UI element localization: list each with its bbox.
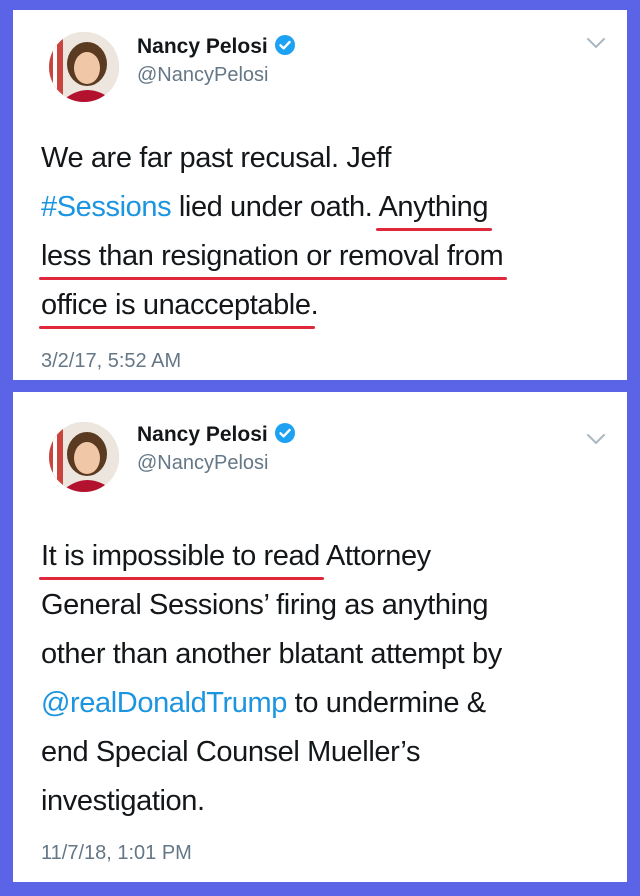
tweet-line: investigation. — [41, 785, 205, 817]
tweet-line: less than resignation or removal from — [41, 232, 587, 281]
tweet-line: @realDonaldTrump to undermine & — [41, 687, 486, 719]
tweet-line: General Sessions’ firing as anything — [41, 589, 489, 621]
tweet-text: We are far past recusal. Jeff #Sessions … — [41, 134, 587, 330]
chevron-down-icon[interactable] — [585, 428, 607, 450]
tweet-line: other than another blatant attempt by — [41, 638, 502, 670]
tweet-line: office is unacceptable. — [41, 289, 319, 321]
display-name[interactable]: Nancy Pelosi — [137, 422, 296, 450]
underlined-text: less than resignation or removal from — [41, 240, 504, 272]
chevron-down-icon[interactable] — [585, 32, 607, 54]
verified-badge-icon — [274, 34, 296, 62]
timestamp[interactable]: 3/2/17, 5:52 AM — [41, 350, 181, 373]
mention-link[interactable]: @realDonaldTrump — [41, 687, 287, 719]
user-handle[interactable]: @NancyPelosi — [137, 452, 268, 475]
tweet-card-2: Nancy Pelosi @NancyPelosi It is impossib… — [13, 392, 627, 882]
tweet-line: We are far past recusal. Jeff — [41, 142, 391, 174]
underlined-text: Anything — [378, 191, 489, 223]
user-handle[interactable]: @NancyPelosi — [137, 64, 268, 87]
tweet-line: It is impossible to read Attorney — [41, 540, 431, 572]
tweet-line: end Special Counsel Mueller’s — [41, 736, 421, 768]
tweet-text: It is impossible to read Attorney Genera… — [41, 532, 587, 826]
underlined-text: office is unacceptable — [41, 289, 311, 321]
tweet-card-1: Nancy Pelosi @NancyPelosi We are far pas… — [13, 10, 627, 380]
hashtag-link[interactable]: #Sessions — [41, 191, 172, 223]
avatar[interactable] — [49, 32, 119, 102]
display-name[interactable]: Nancy Pelosi — [137, 34, 296, 62]
verified-badge-icon — [274, 422, 296, 450]
underlined-text: It is impossible to read — [41, 540, 320, 572]
tweet-line: #Sessions lied under oath. Anything — [41, 191, 489, 223]
timestamp[interactable]: 11/7/18, 1:01 PM — [41, 842, 192, 865]
avatar[interactable] — [49, 422, 119, 492]
